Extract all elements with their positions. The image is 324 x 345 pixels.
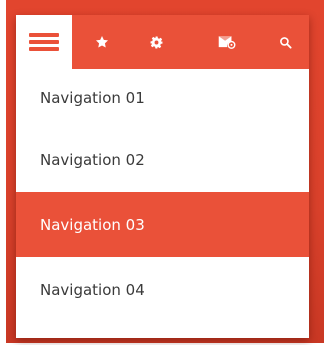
nav-item-01[interactable]: Navigation 01 (16, 69, 309, 127)
search-button[interactable] (269, 15, 301, 69)
menu-button[interactable] (16, 15, 72, 69)
nav-item-03-active[interactable]: Navigation 03 (16, 192, 309, 257)
canvas: Navigation 01 Navigation 02 Navigation 0… (0, 0, 324, 345)
settings-button[interactable] (140, 15, 172, 69)
nav-list: Navigation 01 Navigation 02 Navigation 0… (16, 69, 309, 322)
nav-item-label: Navigation 03 (40, 215, 145, 234)
search-icon (279, 36, 292, 49)
nav-item-label: Navigation 02 (40, 150, 145, 169)
star-icon (95, 36, 109, 48)
favorites-button[interactable] (86, 15, 118, 69)
menu-icon (29, 33, 59, 51)
icon-toolbar (16, 15, 309, 69)
nav-item-label: Navigation 04 (40, 280, 145, 299)
gear-icon (150, 36, 162, 48)
mail-settings-button[interactable] (211, 15, 243, 69)
navigation-panel: Navigation 01 Navigation 02 Navigation 0… (16, 15, 309, 338)
nav-item-04[interactable]: Navigation 04 (16, 257, 309, 322)
mail-settings-icon (218, 36, 236, 49)
nav-item-label: Navigation 01 (40, 89, 145, 107)
nav-item-02[interactable]: Navigation 02 (16, 127, 309, 192)
